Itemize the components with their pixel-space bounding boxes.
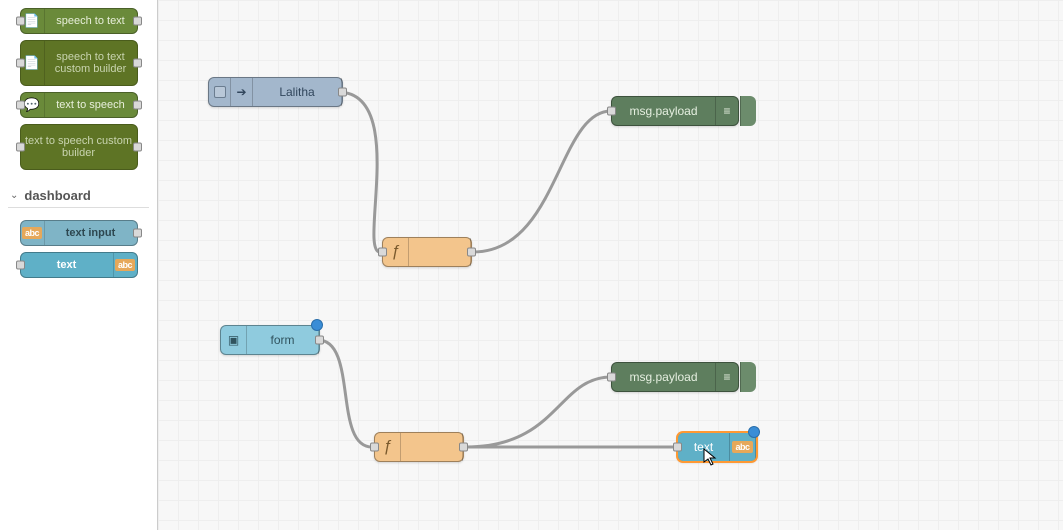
node-label [401, 433, 463, 461]
input-port[interactable] [370, 443, 379, 452]
debug-toggle-button[interactable] [740, 96, 756, 126]
changed-indicator [311, 319, 323, 331]
inject-node[interactable]: ➔ Lalitha [208, 77, 343, 107]
port-icon [16, 101, 25, 110]
text-node[interactable]: text abc [677, 432, 757, 462]
palette-node-speech-to-text[interactable]: 📄 speech to text [20, 8, 138, 34]
output-port[interactable] [338, 88, 347, 97]
inject-icon: ➔ [231, 78, 253, 106]
port-icon [133, 143, 142, 152]
port-icon [16, 143, 25, 152]
node-label [409, 238, 471, 266]
palette-label: text input [45, 227, 137, 239]
flow-canvas[interactable]: ➔ Lalitha msg.payload ≡ ƒ ▣ form msg.pay… [158, 0, 1063, 530]
port-icon [16, 261, 25, 270]
palette-node-stt-custom[interactable]: 📄 speech to text custom builder [20, 40, 138, 86]
palette-node-tts[interactable]: 💬 text to speech [20, 92, 138, 118]
output-port[interactable] [315, 336, 324, 345]
category-label: dashboard [24, 188, 90, 203]
palette-label: speech to text custom builder [45, 51, 137, 75]
palette-label: text to speech custom builder [21, 135, 137, 159]
inject-button[interactable] [209, 78, 231, 106]
abc-icon: abc [113, 253, 137, 277]
debug-node-2[interactable]: msg.payload ≡ [611, 362, 739, 392]
node-label: msg.payload [612, 97, 716, 125]
form-node[interactable]: ▣ form [220, 325, 320, 355]
output-port[interactable] [467, 248, 476, 257]
list-icon: ≡ [716, 363, 738, 391]
palette-label: text [21, 259, 113, 271]
form-icon: ▣ [221, 326, 247, 354]
palette-label: speech to text [45, 15, 137, 27]
list-icon: ≡ [716, 97, 738, 125]
output-port[interactable] [459, 443, 468, 452]
input-port[interactable] [673, 443, 682, 452]
node-label: text [678, 433, 730, 461]
port-icon [16, 17, 25, 26]
input-port[interactable] [607, 107, 616, 116]
node-label: msg.payload [612, 363, 716, 391]
port-icon [133, 17, 142, 26]
palette-category-dashboard[interactable]: ⌄ dashboard [8, 184, 149, 208]
palette-label: text to speech [45, 99, 137, 111]
palette-node-tts-custom[interactable]: text to speech custom builder [20, 124, 138, 170]
node-palette[interactable]: 📄 speech to text 📄 speech to text custom… [0, 0, 158, 530]
function-node-1[interactable]: ƒ [382, 237, 472, 267]
abc-icon: abc [21, 221, 45, 245]
palette-node-text-input[interactable]: abc text input [20, 220, 138, 246]
node-label: form [247, 326, 319, 354]
port-icon [133, 229, 142, 238]
function-node-2[interactable]: ƒ [374, 432, 464, 462]
port-icon [133, 101, 142, 110]
node-label: Lalitha [253, 78, 342, 106]
changed-indicator [748, 426, 760, 438]
port-icon [133, 59, 142, 68]
debug-toggle-button[interactable] [740, 362, 756, 392]
chevron-down-icon: ⌄ [10, 190, 18, 201]
input-port[interactable] [378, 248, 387, 257]
input-port[interactable] [607, 373, 616, 382]
port-icon [16, 59, 25, 68]
debug-node-1[interactable]: msg.payload ≡ [611, 96, 739, 126]
palette-node-text[interactable]: text abc [20, 252, 138, 278]
